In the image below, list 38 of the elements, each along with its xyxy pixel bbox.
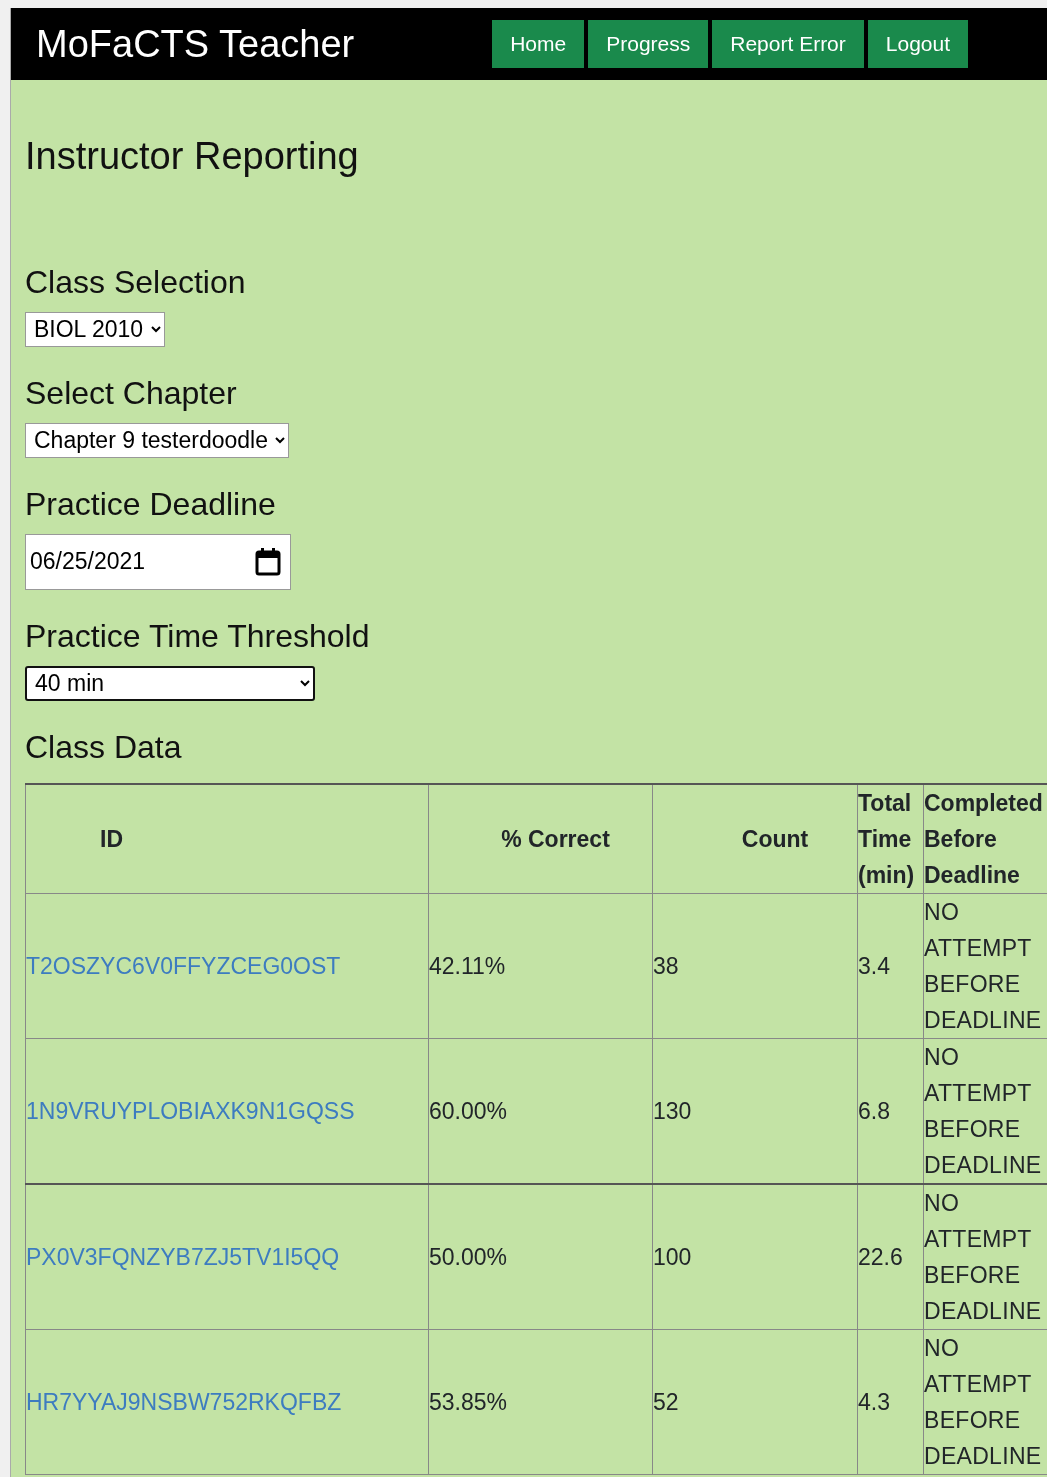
- dropdown[interactable]: 40 min: [25, 665, 315, 701]
- table-cell: 22.6: [857, 1183, 924, 1330]
- column-header: Total Time (min): [857, 783, 924, 894]
- field-label: Select Chapter: [25, 373, 238, 413]
- table-cell: 130: [652, 1038, 858, 1184]
- nav-button[interactable]: Progress: [588, 20, 709, 68]
- dropdown[interactable]: Chapter 9 testerdoodle: [25, 422, 289, 458]
- table-cell: NO ATTEMPT BEFORE DEADLINE: [923, 1183, 1047, 1330]
- table-cell: 4.3: [857, 1329, 924, 1475]
- table-cell: 100: [652, 1183, 858, 1330]
- field-label: Class Selection: [25, 262, 247, 302]
- student-id-link[interactable]: T2OSZYC6V0FFYZCEG0OST: [26, 952, 341, 979]
- calendar-icon[interactable]: [255, 547, 281, 576]
- column-header: ID: [25, 783, 429, 894]
- column-header: Count: [652, 783, 858, 894]
- student-id-link[interactable]: HR7YYAJ9NSBW752RKQFBZ: [26, 1388, 342, 1415]
- column-header: Completed Before Deadline: [923, 783, 1047, 894]
- table-cell: 6.8: [857, 1038, 924, 1184]
- field-label: Practice Time Threshold: [25, 616, 371, 656]
- table-cell: 38: [652, 893, 858, 1039]
- student-id-link[interactable]: 1N9VRUYPLOBIAXK9N1GQSS: [26, 1097, 355, 1124]
- field-label: Practice Deadline: [25, 484, 277, 524]
- table-cell: 50.00%: [428, 1183, 653, 1330]
- table-cell: 3.4: [857, 893, 924, 1039]
- table-cell: 53.85%: [428, 1329, 653, 1475]
- nav-button[interactable]: Logout: [867, 20, 969, 68]
- section-title: Class Data: [25, 727, 183, 767]
- student-id-link[interactable]: PX0V3FQNZYB7ZJ5TV1I5QQ: [26, 1243, 340, 1270]
- app-title: MoFaCTS Teacher: [36, 21, 355, 67]
- dropdown[interactable]: BIOL 2010: [25, 311, 165, 347]
- page-title: Instructor Reporting: [25, 134, 360, 179]
- nav-button[interactable]: Home: [492, 20, 585, 68]
- date-field[interactable]: 06/25/2021: [25, 533, 291, 590]
- table-cell: 42.11%: [428, 893, 653, 1039]
- table-cell: 52: [652, 1329, 858, 1475]
- column-header: % Correct: [428, 783, 653, 894]
- nav-button[interactable]: Report Error: [712, 20, 864, 68]
- table-cell: 60.00%: [428, 1038, 653, 1184]
